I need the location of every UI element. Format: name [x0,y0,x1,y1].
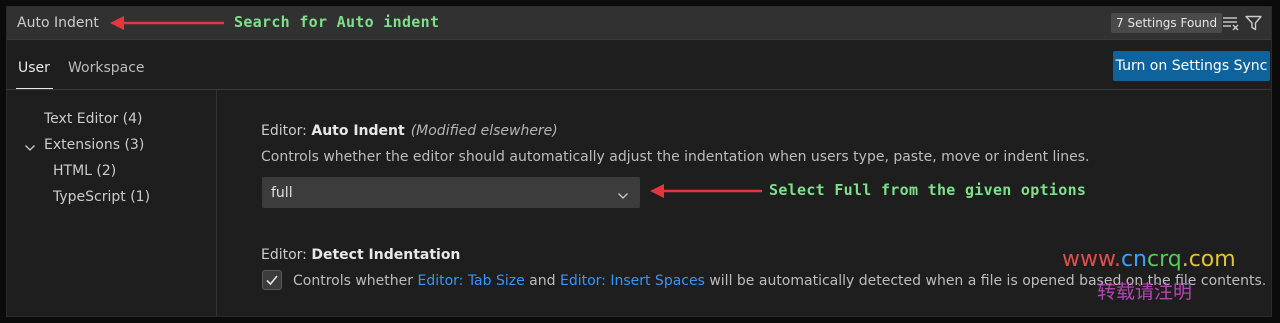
annotation-arrow-search [110,16,224,30]
filter-icon[interactable] [1245,15,1263,31]
setting-name: Detect Indentation [311,247,461,263]
sidebar-item-extensions[interactable]: Extensions (3) [44,137,144,153]
modified-elsewhere-link[interactable]: (Modified elsewhere) [411,123,558,139]
setting-title-detect-indentation: Editor: Detect Indentation [261,247,460,263]
detect-indentation-checkbox[interactable] [262,270,282,290]
chevron-down-icon[interactable] [24,139,36,151]
tab-user[interactable]: User [16,60,53,89]
auto-indent-select[interactable]: full [262,177,640,208]
settings-scope-tabs: User Workspace [7,40,1271,90]
setting-title-auto-indent: Editor: Auto Indent (Modified elsewhere) [261,123,558,139]
desc-text: and [524,273,560,289]
desc-text: Controls whether [293,273,418,289]
sidebar-item-text-editor[interactable]: Text Editor (4) [44,111,142,127]
annotation-search-tip: Search for Auto indent [234,13,440,31]
turn-on-settings-sync-button[interactable]: Turn on Settings Sync [1113,51,1270,81]
sidebar-item-html[interactable]: HTML (2) [53,163,116,179]
settings-editor: Auto Indent 7 Settings Found User Worksp… [6,6,1272,317]
check-icon [266,275,278,286]
results-count-badge: 7 Settings Found [1111,13,1223,33]
insert-spaces-setting-link[interactable]: Editor: Insert Spaces [560,273,705,289]
setting-name: Auto Indent [311,123,405,139]
tab-workspace[interactable]: Workspace [68,60,145,76]
clear-filter-icon[interactable] [1222,15,1240,31]
setting-category: Editor: [261,123,312,139]
setting-description-auto-indent: Controls whether the editor should autom… [261,149,1090,165]
select-value: full [271,185,293,201]
setting-category: Editor: [261,247,312,263]
sidebar-item-typescript[interactable]: TypeScript (1) [53,189,150,205]
annotation-arrow-select [650,184,762,198]
tab-size-setting-link[interactable]: Editor: Tab Size [417,273,524,289]
watermark-url: www.cncrq.com [1062,247,1236,272]
watermark-caption: 转载请注明 [1097,281,1193,303]
annotation-select-tip: Select Full from the given options [769,181,1087,199]
chevron-down-icon [617,187,629,199]
settings-search-input[interactable]: Auto Indent [17,15,99,31]
